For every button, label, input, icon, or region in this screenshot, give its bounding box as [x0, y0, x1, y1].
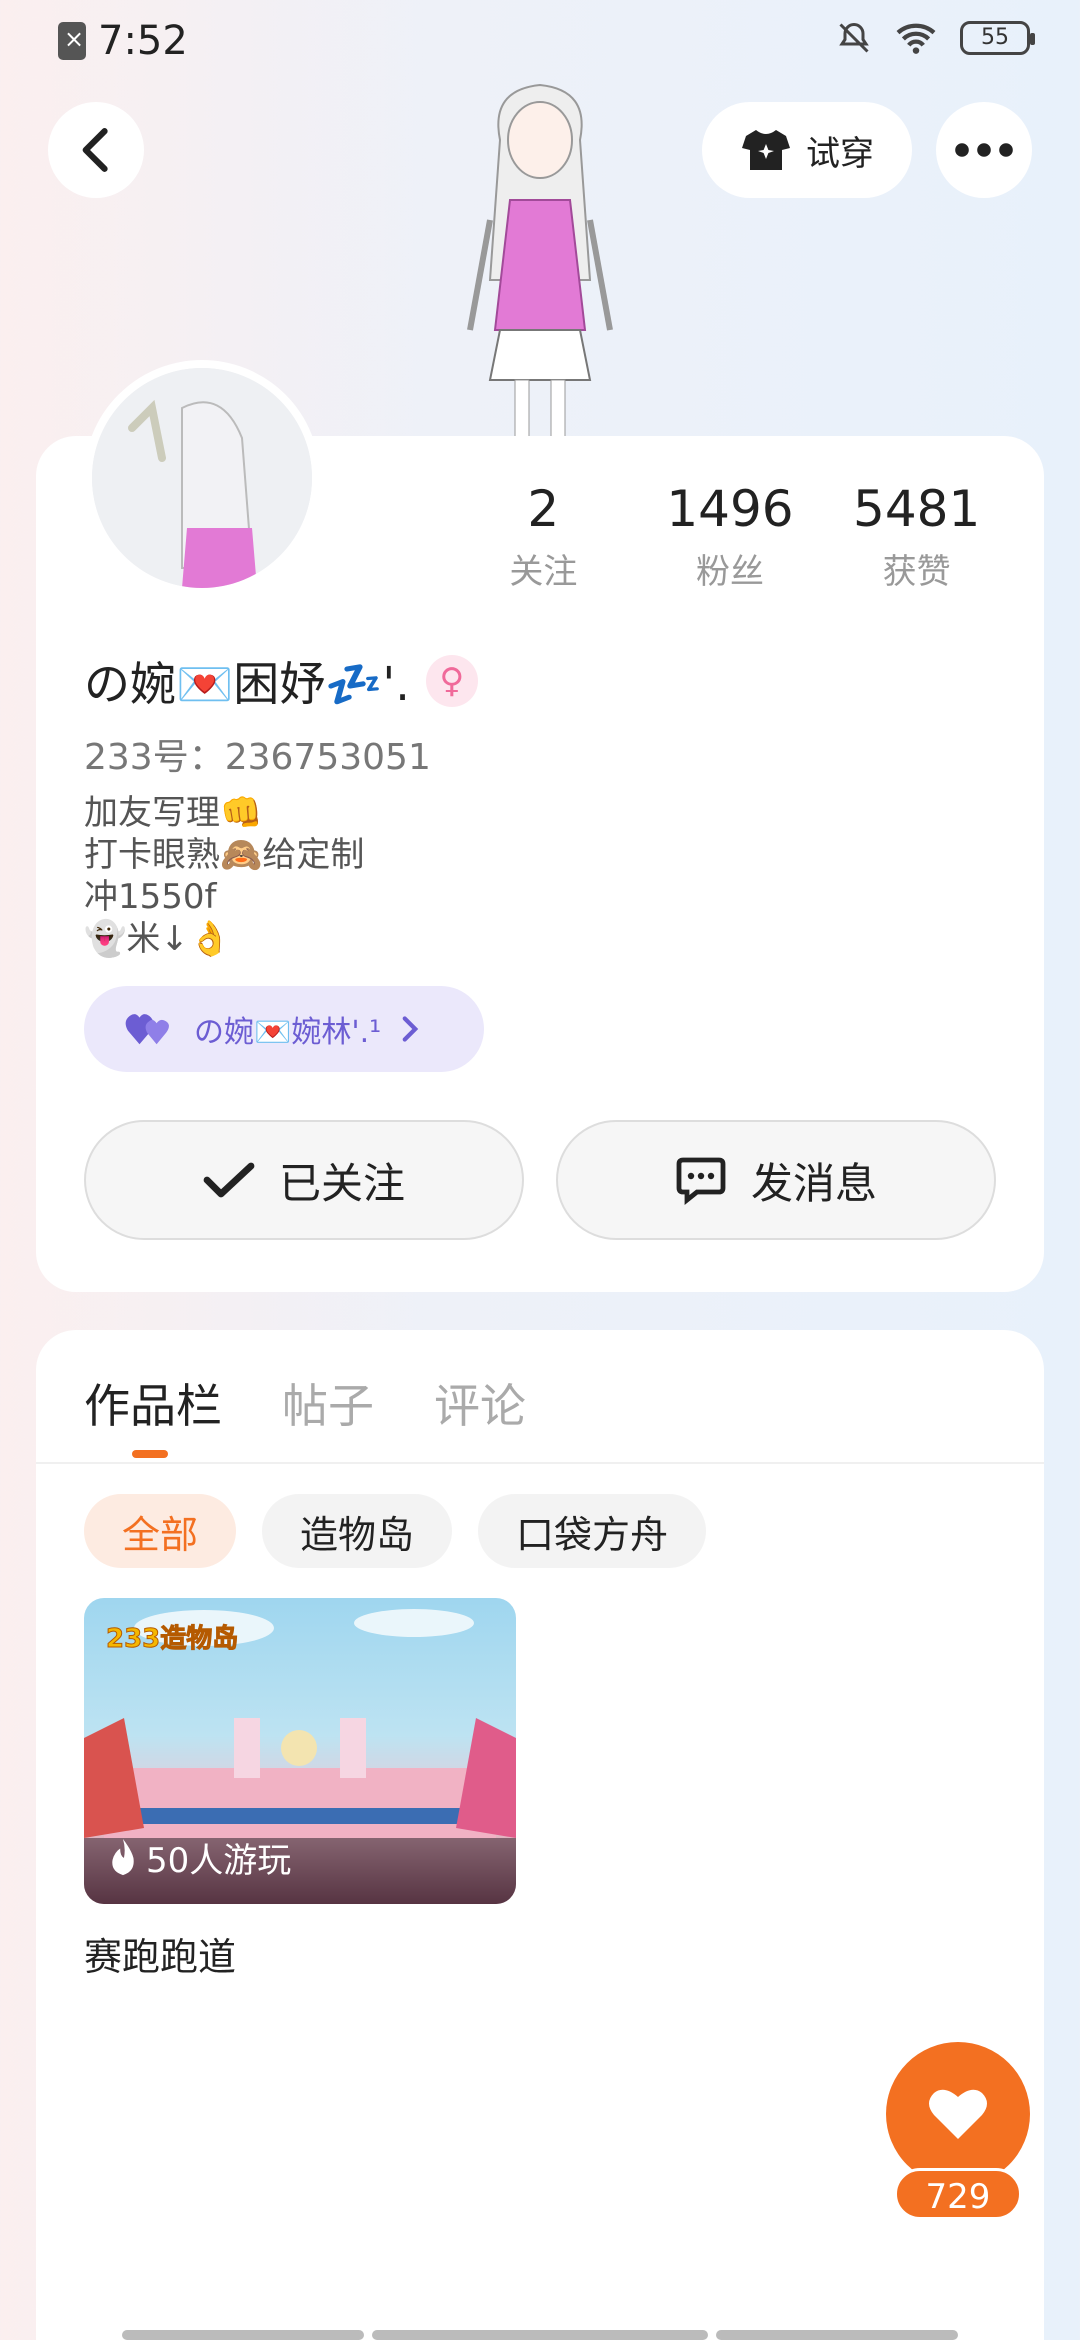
stat-label: 获赞: [882, 552, 951, 592]
nickname: の婉💌困妤💤'.: [84, 657, 410, 711]
game-badge: 233造物岛: [105, 1624, 239, 1655]
character-avatar[interactable]: [430, 80, 650, 440]
stat-following[interactable]: 2 关注: [450, 480, 637, 593]
chat-bubble-icon: [676, 1157, 726, 1205]
battery-indicator: 55: [960, 21, 1035, 55]
bio-line: 冲1550f: [84, 877, 217, 917]
works-section: 作品栏 帖子 评论 全部 造物岛 口袋方舟 233造物岛 50人游玩 赛跑跑道: [36, 1330, 1044, 2340]
female-icon: ♀: [425, 655, 478, 707]
bio-line: 打卡眼熟🙈给定制: [84, 835, 365, 875]
avatar-image: [92, 368, 312, 588]
works-filters: 全部 造物岛 口袋方舟: [84, 1494, 707, 1568]
wifi-icon: [896, 23, 936, 54]
bottom-indicator: [122, 2330, 364, 2340]
tab-works[interactable]: 作品栏: [84, 1370, 222, 1436]
stat-likes: 5481 获赞: [823, 480, 1010, 593]
like-count: 729: [894, 2168, 1022, 2220]
tabs-divider: [36, 1462, 1044, 1464]
works-tabs: 作品栏 帖子 评论: [84, 1370, 526, 1436]
flame-icon: [112, 1838, 134, 1875]
work-title[interactable]: 赛跑跑道: [84, 1926, 516, 1981]
chevron-left-icon: [82, 128, 108, 172]
work-card[interactable]: 233造物岛 50人游玩 赛跑跑道: [84, 1598, 516, 1981]
back-button[interactable]: [48, 102, 144, 198]
no-sim-icon: [58, 22, 86, 60]
profile-avatar[interactable]: [84, 360, 320, 596]
filter-all[interactable]: 全部: [84, 1494, 237, 1568]
try-on-button[interactable]: 试穿: [702, 102, 912, 198]
try-on-label: 试穿: [806, 133, 874, 174]
profile-stats: 2 关注 1496 粉丝 5481 获赞: [450, 480, 1010, 593]
bottom-indicator: [372, 2330, 708, 2340]
bio-line: 👻米↓👌: [84, 919, 232, 959]
user-id[interactable]: 233号：236753051: [84, 728, 431, 780]
play-count-label: 50人游玩: [146, 1841, 292, 1881]
send-message-label: 发消息: [750, 1158, 877, 1208]
tab-posts[interactable]: 帖子: [282, 1370, 374, 1436]
play-count: 50人游玩: [108, 1833, 291, 1882]
relation-chip[interactable]: の婉💌婉林'.¹: [84, 986, 484, 1072]
followed-button[interactable]: 已关注: [84, 1120, 524, 1240]
followed-label: 已关注: [278, 1158, 405, 1208]
double-heart-icon: [125, 1014, 169, 1045]
bio: 加友写理👊 打卡眼熟🙈给定制 冲1550f 👻米↓👌: [84, 792, 364, 960]
stat-label: 粉丝: [696, 552, 764, 592]
heart-icon: [929, 2089, 987, 2139]
like-button[interactable]: [886, 2042, 1030, 2186]
stat-number: 1496: [666, 480, 794, 538]
nickname-row: の婉💌困妤💤'. ♀: [84, 648, 478, 714]
mute-bell-icon: [839, 22, 869, 53]
status-bar: 7:52 55: [0, 0, 1080, 86]
clock: 7:52: [98, 18, 188, 64]
tab-comments[interactable]: 评论: [434, 1370, 526, 1436]
check-icon: [203, 1162, 255, 1198]
tab-indicator: [132, 1450, 168, 1458]
chevron-right-icon: [402, 1016, 419, 1042]
work-thumbnail[interactable]: 233造物岛 50人游玩: [84, 1598, 516, 1904]
stat-number: 5481: [853, 480, 981, 538]
send-message-button[interactable]: 发消息: [556, 1120, 996, 1240]
bottom-indicator: [716, 2330, 958, 2340]
more-options-button[interactable]: [936, 102, 1032, 198]
stat-number: 2: [527, 480, 560, 538]
filter-creation-island[interactable]: 造物岛: [262, 1494, 453, 1568]
stat-label: 关注: [509, 552, 578, 592]
tshirt-icon: [742, 130, 790, 170]
filter-pocket-ark[interactable]: 口袋方舟: [478, 1494, 707, 1568]
stat-followers[interactable]: 1496 粉丝: [637, 480, 824, 593]
bio-line: 加友写理👊: [84, 793, 263, 833]
more-dots-icon: [955, 143, 1013, 157]
relation-label: の婉💌婉林'.¹: [194, 1015, 382, 1050]
